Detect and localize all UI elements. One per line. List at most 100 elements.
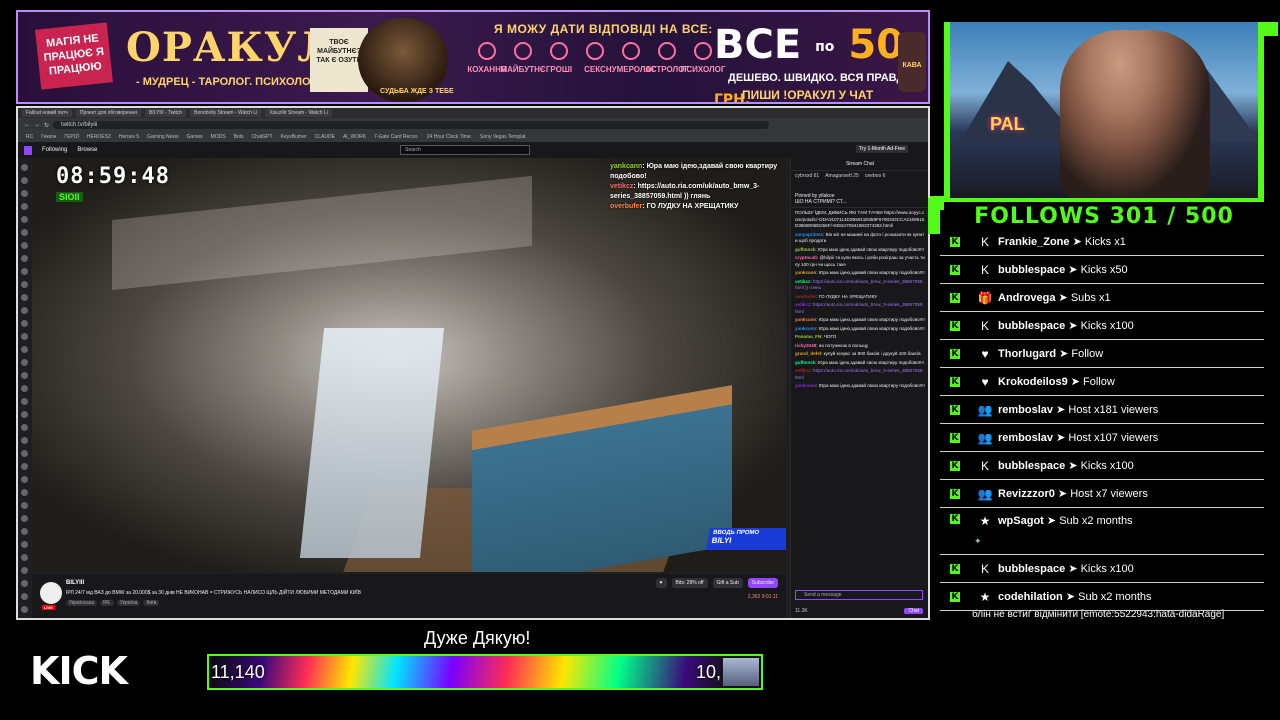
chat-username[interactable]: sanyaprime1 xyxy=(795,232,823,237)
bookmark[interactable]: ChatGPT xyxy=(252,134,273,140)
channel-avatar[interactable] xyxy=(20,294,28,301)
channel-avatar[interactable] xyxy=(20,372,28,379)
chat-username[interactable]: yankcann xyxy=(795,383,816,388)
stream-tag[interactable]: Українська xyxy=(66,600,98,606)
channel-avatar[interactable] xyxy=(20,346,28,353)
channel-avatar[interactable] xyxy=(20,333,28,340)
channel-avatar[interactable] xyxy=(20,177,28,184)
browser-tab[interactable]: Bonobolly Stream - Watch Li xyxy=(190,109,262,117)
bookmark[interactable]: 7-Gate Card Recon. xyxy=(374,134,419,140)
url-field[interactable]: twitch.tv/bilyiii xyxy=(53,121,770,129)
chat-username[interactable]: yankcann xyxy=(795,270,816,275)
follows-accent-bar xyxy=(928,198,940,234)
bookmark[interactable]: Геккон xyxy=(41,134,56,140)
bookmark[interactable]: Games xyxy=(187,134,203,140)
channel-avatar[interactable] xyxy=(20,255,28,262)
channel-avatar[interactable] xyxy=(20,190,28,197)
channel-avatar[interactable] xyxy=(20,437,28,444)
channel-avatar[interactable] xyxy=(20,515,28,522)
bookmark[interactable]: RC xyxy=(26,134,33,140)
channel-avatar[interactable] xyxy=(20,528,28,535)
bookmark[interactable]: Gaming News xyxy=(147,134,178,140)
bookmark[interactable]: Bots xyxy=(234,134,244,140)
bookmark[interactable]: ГЕРОЇ xyxy=(64,134,79,140)
channel-avatar[interactable] xyxy=(20,424,28,431)
bookmark[interactable]: AI_WORK xyxy=(343,134,366,140)
ad-free-button[interactable]: Try 1-Month Ad-Free xyxy=(856,145,908,153)
browser-tab[interactable]: BILYIII - Twitch xyxy=(144,109,187,117)
back-arrow-icon[interactable]: ← xyxy=(24,122,30,128)
browser-tab[interactable]: Fallout новий патч xyxy=(22,109,72,117)
chat-username[interactable]: Panama_FN xyxy=(795,334,821,339)
bookmark[interactable]: Sony Vegas Templat. xyxy=(480,134,527,140)
channel-avatar[interactable] xyxy=(20,242,28,249)
channel-avatar[interactable] xyxy=(20,216,28,223)
channel-avatar[interactable] xyxy=(20,229,28,236)
channel-avatar[interactable] xyxy=(20,398,28,405)
streamer-name[interactable]: BILYIII xyxy=(66,580,84,586)
channel-avatar[interactable] xyxy=(20,567,28,574)
bookmark[interactable]: 24 Hour Clock Time. xyxy=(427,134,472,140)
heart-follow-icon[interactable]: ♥ xyxy=(655,578,667,588)
banner-headline: Я МОЖУ ДАТИ ВІДПОВІДІ НА ВСЕ: xyxy=(494,22,713,36)
bookmark[interactable]: HEROES3 xyxy=(87,134,111,140)
bits-button[interactable]: Bits: 28% off xyxy=(671,578,708,588)
chat-username[interactable]: yankcann xyxy=(795,317,816,322)
twitch-search-input[interactable]: Search xyxy=(400,145,530,155)
channel-avatar[interactable] xyxy=(20,554,28,561)
bookmark[interactable]: CLAUDE xyxy=(315,134,335,140)
chat-username[interactable]: richy2048 xyxy=(795,343,816,348)
chat-username[interactable]: cryptocab xyxy=(795,255,817,260)
channel-avatar[interactable] xyxy=(20,502,28,509)
chat-username[interactable]: overbufer xyxy=(795,294,816,299)
channel-avatar[interactable] xyxy=(20,411,28,418)
channel-avatar[interactable] xyxy=(20,580,28,587)
chat-username[interactable]: grand_defel xyxy=(795,351,821,356)
bookmark[interactable]: Heroes 5 xyxy=(119,134,139,140)
stream-tag[interactable]: Київ xyxy=(143,600,160,606)
streamer-avatar[interactable] xyxy=(40,582,62,604)
channel-avatar[interactable] xyxy=(20,320,28,327)
chat-username[interactable]: yankcann xyxy=(795,326,816,331)
twitch-logo-icon[interactable] xyxy=(24,145,32,155)
gift-sub-button[interactable]: Gift a Sub xyxy=(712,578,743,588)
bookmark[interactable]: KeysBurner xyxy=(281,134,307,140)
chat-username[interactable]: guflmnsk xyxy=(795,247,815,252)
channel-points[interactable]: 11.3K xyxy=(795,608,808,614)
chat-username[interactable]: vetikcz xyxy=(795,279,810,284)
channel-avatar[interactable] xyxy=(20,450,28,457)
nav-browse[interactable]: Browse xyxy=(77,147,97,153)
subscribe-button[interactable]: Subscribe xyxy=(747,578,778,588)
reload-icon[interactable]: ↻ xyxy=(44,122,49,129)
stream-tag[interactable]: IRL xyxy=(100,600,114,606)
channel-avatar[interactable] xyxy=(20,203,28,210)
pinned-message[interactable]: Pinned by ytlakoe ШО НА СТРИМІ? СТ... xyxy=(791,191,928,208)
forward-arrow-icon[interactable]: → xyxy=(34,122,40,128)
bookmark[interactable]: MODS xyxy=(211,134,226,140)
channel-avatar[interactable] xyxy=(21,619,28,620)
chat-username[interactable]: vetikcz xyxy=(795,302,810,307)
channel-avatar[interactable] xyxy=(20,489,28,496)
channel-avatar[interactable] xyxy=(20,307,28,314)
video-ceiling xyxy=(112,175,532,291)
browser-tab[interactable]: Проект для обговорення xyxy=(75,109,141,117)
nav-following[interactable]: Following xyxy=(42,147,67,153)
channel-avatar[interactable] xyxy=(20,281,28,288)
chat-send-button[interactable]: Chat xyxy=(904,608,923,614)
chat-username[interactable]: vetikcz xyxy=(795,368,810,373)
channel-avatar[interactable] xyxy=(20,385,28,392)
channel-avatar[interactable] xyxy=(20,541,28,548)
channel-avatar[interactable] xyxy=(20,463,28,470)
chat-input[interactable]: Send a message xyxy=(795,590,923,600)
channel-avatar[interactable] xyxy=(20,476,28,483)
browser-tab[interactable]: Xsiuzilir Stream - Watch Li xyxy=(265,109,332,117)
channel-avatar[interactable] xyxy=(20,593,28,600)
stream-video-player[interactable]: 08:59:48 SIOII yankcann: Юра маю ідею,зд… xyxy=(32,158,786,572)
channel-avatar[interactable] xyxy=(20,359,28,366)
alert-event: K 🎁 Androvega ➤ Subs x1 xyxy=(940,284,1264,312)
channel-avatar[interactable] xyxy=(20,164,28,171)
stream-tag[interactable]: Україна xyxy=(116,600,141,606)
chat-username[interactable]: guflmnsk xyxy=(795,360,815,365)
channel-avatar[interactable] xyxy=(20,606,28,613)
channel-avatar[interactable] xyxy=(20,268,28,275)
